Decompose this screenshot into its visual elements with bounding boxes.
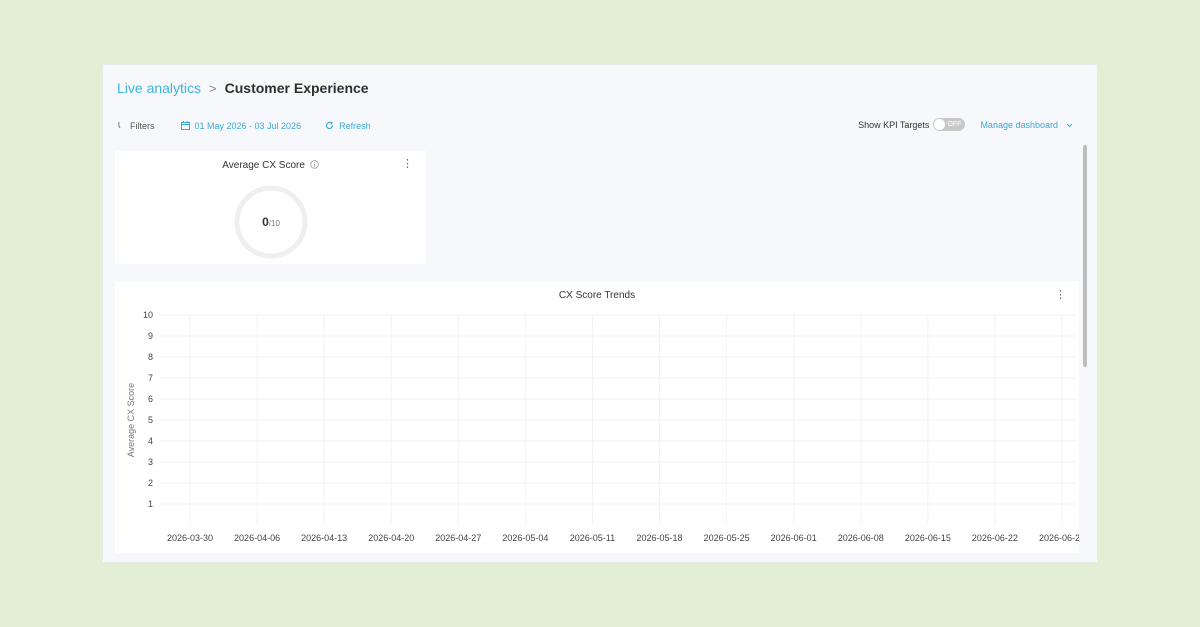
date-range-label: 01 May 2026 - 03 Jul 2026	[194, 121, 302, 131]
x-tick-label: 2026-04-06	[234, 533, 280, 543]
dashboard-window: Live analytics > Customer Experience Fil…	[102, 64, 1098, 563]
gauge-text: 0/10	[233, 184, 309, 260]
x-tick-label: 2026-05-25	[704, 533, 750, 543]
kpi-targets-label: Show KPI Targets	[858, 119, 930, 130]
breadcrumb-live-analytics-link[interactable]: Live analytics	[117, 80, 201, 96]
y-tick-label: 1	[148, 499, 153, 509]
y-tick-label: 7	[148, 373, 153, 383]
page-title: Customer Experience	[224, 80, 369, 96]
filter-icon	[117, 121, 125, 131]
toggle-state-label: OFF	[947, 121, 962, 128]
y-tick-label: 4	[148, 436, 153, 446]
y-axis-title: Average CX Score	[126, 383, 136, 457]
score-widget-menu-icon[interactable]: ⋮	[402, 159, 413, 170]
x-tick-label: 2026-04-13	[301, 533, 347, 543]
y-tick-label: 6	[148, 394, 153, 404]
breadcrumb: Live analytics > Customer Experience	[117, 80, 369, 96]
x-tick-label: 2026-03-30	[167, 533, 213, 543]
filters-button[interactable]: Filters	[117, 121, 155, 131]
kpi-targets-toggle[interactable]: OFF	[933, 118, 966, 131]
y-tick-label: 9	[148, 331, 153, 341]
x-tick-label: 2026-06-15	[905, 533, 951, 543]
x-tick-label: 2026-05-11	[570, 533, 615, 543]
manage-dashboard-dropdown[interactable]: Manage dashboard	[980, 120, 1073, 130]
y-tick-label: 3	[148, 457, 153, 467]
gauge-value: 0	[262, 215, 269, 229]
chevron-down-icon	[1066, 120, 1073, 130]
info-icon[interactable]	[310, 160, 319, 172]
score-widget-title: Average CX Score	[222, 160, 305, 171]
calendar-icon	[180, 120, 190, 132]
x-tick-label: 2026-06-29	[1039, 533, 1079, 543]
breadcrumb-separator: >	[209, 80, 217, 96]
average-cx-score-widget: Average CX Score ⋮ 0/10	[115, 151, 426, 264]
cx-score-trends-widget: CX Score Trends ⋮ 1 2 3 4 5 6 7 8 9 10 2026-03-30 2…	[115, 281, 1079, 553]
y-tick-label: 8	[148, 352, 153, 362]
y-tick-label: 5	[148, 415, 153, 425]
x-tick-label: 2026-06-22	[972, 533, 1018, 543]
x-tick-label: 2026-06-01	[771, 533, 817, 543]
filters-label: Filters	[130, 121, 155, 131]
y-tick-label: 10	[143, 310, 153, 320]
refresh-label: Refresh	[339, 121, 371, 131]
x-tick-label: 2026-04-27	[435, 533, 481, 543]
cx-score-trend-chart: 1 2 3 4 5 6 7 8 9 10 2026-03-30 2026-04-06 2026-04-1…	[126, 310, 1079, 543]
refresh-button[interactable]: Refresh	[325, 120, 371, 132]
header-actions: Show KPI Targets OFF Manage dashboard	[858, 118, 1073, 131]
filter-bar: Filters 01 May 2026 - 03 Jul 2026 Refres…	[117, 119, 371, 133]
toggle-knob	[934, 119, 946, 130]
x-tick-label: 2026-05-18	[637, 533, 683, 543]
x-tick-label: 2026-05-04	[502, 533, 548, 543]
x-tick-label: 2026-04-20	[368, 533, 414, 543]
gauge-max: /10	[268, 218, 280, 228]
score-widget-title-row: Average CX Score	[115, 160, 426, 172]
vertical-scrollbar[interactable]	[1083, 145, 1087, 367]
refresh-icon	[325, 120, 334, 132]
score-gauge: 0/10	[233, 184, 309, 260]
date-range-picker[interactable]: 01 May 2026 - 03 Jul 2026	[180, 120, 302, 132]
x-tick-label: 2026-06-08	[838, 533, 884, 543]
manage-dashboard-label: Manage dashboard	[980, 119, 1058, 130]
y-tick-label: 2	[148, 478, 153, 488]
